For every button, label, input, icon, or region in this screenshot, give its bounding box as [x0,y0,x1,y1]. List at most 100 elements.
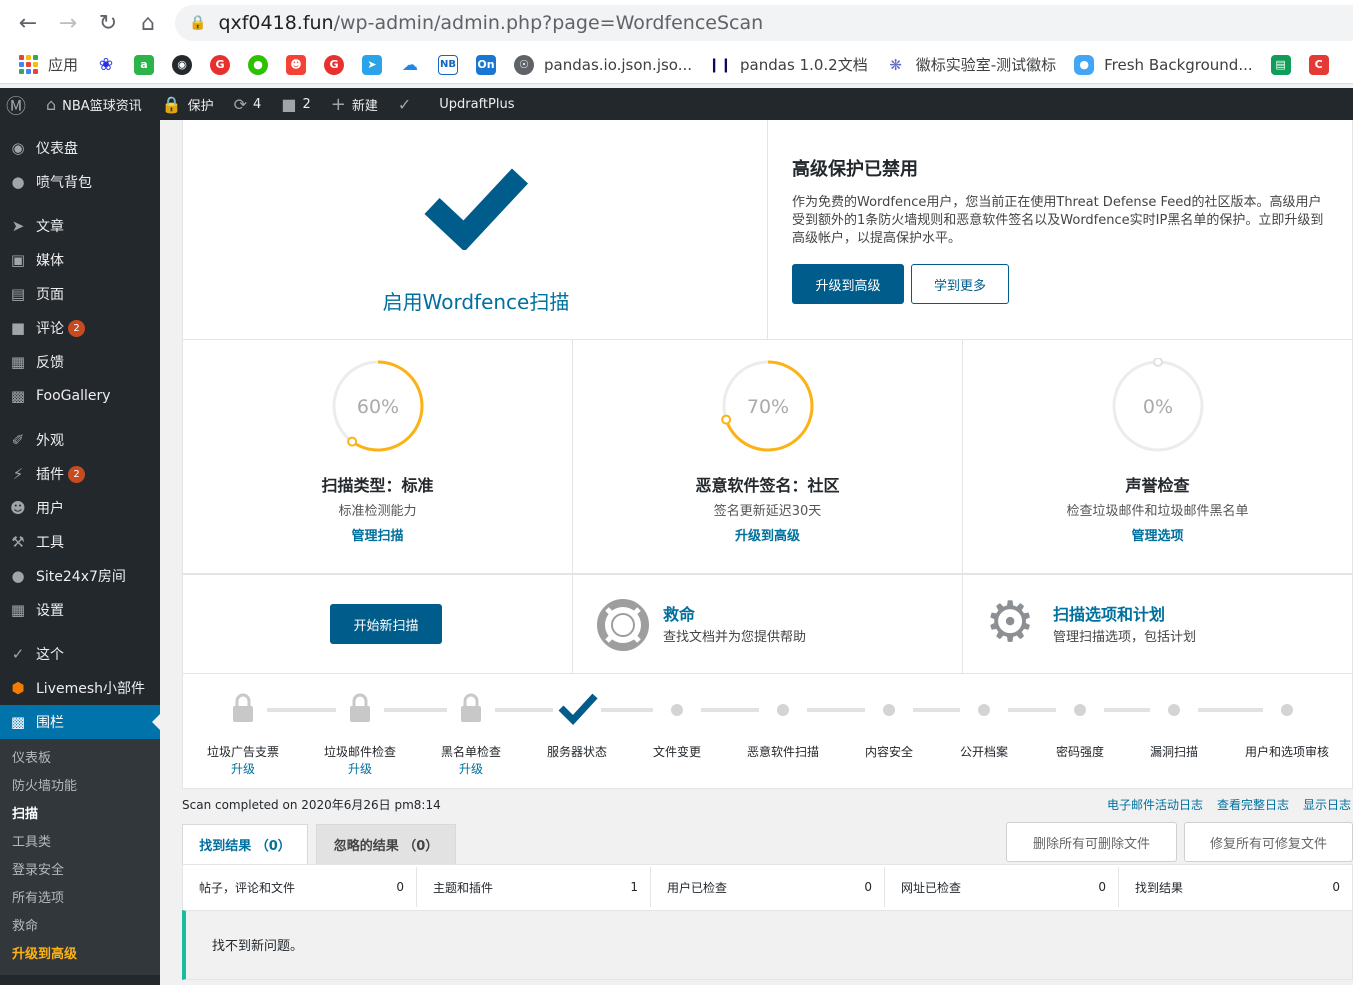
sidebar-item-plugin[interactable]: ⚡ 插件 2 [0,457,160,491]
submenu-item[interactable]: 救命 [0,913,160,941]
yoast-link[interactable]: ✓ [388,88,427,120]
tab-ignored-results[interactable]: 忽略的结果 （0） [316,824,456,864]
stat-title: 声誉检查 [1125,476,1190,495]
on-icon: On [476,54,497,75]
comments-link[interactable]: ■ 2 [271,88,320,120]
sidebar-item-pin[interactable]: ➤ 文章 [0,209,160,243]
summary-value: 0 [396,880,404,894]
sidebar-item-wrench[interactable]: ⚒ 工具 [0,525,160,559]
sidebar-item-page[interactable]: ▤ 页面 [0,277,160,311]
scan-stage-upgrade-link[interactable]: 升级 [305,760,415,777]
submenu-item[interactable]: 扫描 [0,801,160,829]
submenu-item[interactable]: 工具类 [0,829,160,857]
start-new-scan-button[interactable]: 开始新扫描 [330,604,442,644]
bookmark-fresh-bg[interactable]: ● Fresh Background... [1074,54,1253,75]
pending-dot-icon [1074,704,1086,716]
bookmark-wechat[interactable]: ● [248,54,269,75]
scan-options-card[interactable]: ⚙ 扫描选项和计划 管理扫描选项，包括计划 [962,574,1353,674]
bookmark-on[interactable]: On [476,54,497,75]
scan-options-title[interactable]: 扫描选项和计划 [1053,601,1165,625]
sidebar-item-settings[interactable]: ▦ 设置 [0,593,160,627]
repair-all-repairable-button[interactable]: 修复所有可修复文件 [1184,822,1353,862]
bookmark-baidu[interactable]: ❀ [96,54,117,75]
bookmark-badge-lab[interactable]: ❋ 徽标实验室-测试徽标 [885,54,1056,75]
sidebar-item-label: Livemesh小部件 [36,681,146,697]
sidebar-item-brush[interactable]: ✐ 外观 [0,423,160,457]
updraftplus-link[interactable]: UpdraftPlus [427,88,524,120]
tab-found-results[interactable]: 找到结果 （0） [182,824,308,864]
summary-cell: 主题和插件 1 [417,867,651,907]
help-card[interactable]: 救命 查找文档并为您提供帮助 [572,574,963,674]
bookmark-nb[interactable]: NB [438,54,459,75]
premium-card: 高级保护已禁用 作为免费的Wordfence用户，您当前正在使用Threat D… [767,120,1353,340]
submenu-item[interactable]: 防火墙功能 [0,773,160,801]
summary-cell: 用户已检查 0 [651,867,885,907]
bookmark-red-face[interactable]: ☻ [286,54,307,75]
scan-stage: 恶意软件扫描 [728,743,838,760]
sidebar-item-label: 喷气背包 [36,175,92,191]
sidebar-item-user[interactable]: ☻ 用户 [0,491,160,525]
view-full-log-link[interactable]: 查看完整日志 [1217,796,1289,813]
address-bar[interactable]: 🔒 qxf0418.fun/wp-admin/admin.php?page=Wo… [175,5,1353,41]
stat-link[interactable]: 管理扫描 [183,525,572,544]
sidebar-item-wordfence[interactable]: ▩ 围栏 [0,705,160,739]
email-activity-log-link[interactable]: 电子邮件活动日志 [1107,796,1203,813]
sidebar-item-feedback[interactable]: ▦ 反馈 [0,345,160,379]
scan-stage: 文件变更 [622,743,732,760]
bookmark-cloud[interactable]: ☁ [400,54,421,75]
sidebar-item-dashboard[interactable]: ◉ 仪表盘 [0,131,160,165]
updates-link[interactable]: ⟳ 4 [224,88,272,120]
help-title[interactable]: 救命 [663,601,695,625]
scan-stage-upgrade-link[interactable]: 升级 [188,760,298,777]
sidebar-item-gallery[interactable]: ▩ FooGallery [0,379,160,413]
scan-stage-label: 垃圾广告支票 [206,745,279,759]
lock-icon: 🔒 [189,15,207,31]
bookmark-apps[interactable]: 应用 [18,54,78,75]
bookmark-g-red[interactable]: G [210,54,231,75]
scan-stage-upgrade-link[interactable]: 升级 [416,760,526,777]
bookmark-pandas-docs[interactable]: ❙❙ pandas 1.0.2文档 [708,54,868,75]
sidebar-item-label: 外观 [36,433,64,449]
upgrade-premium-button[interactable]: 升级到高级 [792,264,904,304]
back-arrow-icon[interactable]: ← [8,0,48,46]
submenu-item[interactable]: 所有选项 [0,885,160,913]
delete-all-deletable-button[interactable]: 删除所有可删除文件 [1006,822,1177,862]
bookmark-a[interactable]: a [134,54,155,75]
bookmark-g-red-2[interactable]: G [324,54,345,75]
protect-link[interactable]: 🔒 保护 [152,88,224,120]
wechat-icon: ● [248,54,269,75]
sidebar-item-media[interactable]: ▣ 媒体 [0,243,160,277]
reload-icon[interactable]: ↻ [88,0,128,46]
home-icon[interactable]: ⌂ [128,0,168,46]
bookmark-github[interactable]: ◉ [172,54,193,75]
stat-link[interactable]: 升级到高级 [573,525,962,544]
forward-arrow-icon[interactable]: → [48,0,88,46]
bookmark-green-doc[interactable]: ▤ [1270,54,1291,75]
sidebar-item-livemesh[interactable]: ⬢ Livemesh小部件 [0,671,160,705]
page-icon: ▤ [10,285,26,303]
stat-link[interactable]: 管理选项 [963,525,1352,544]
wp-logo-menu[interactable]: Ⓜ [0,88,36,120]
scan-stage: 用户和选项审核 [1232,743,1342,760]
bookmark-red-c[interactable]: C [1308,54,1329,75]
learn-more-button[interactable]: 学到更多 [911,264,1009,304]
sidebar-item-label: 围栏 [36,715,64,731]
submenu-item[interactable]: 登录安全 [0,857,160,885]
sidebar-item-comment[interactable]: ■ 评论 2 [0,311,160,345]
apps-icon [18,54,38,75]
bookmark-plane[interactable]: ➤ [362,54,383,75]
plus-icon: + [330,93,346,115]
new-content-link[interactable]: + 新建 [321,88,388,120]
site-name-link[interactable]: ⌂ NBA篮球资讯 [36,88,152,120]
sidebar-item-yoast[interactable]: ✓ 这个 [0,637,160,671]
submenu-item[interactable]: 仪表板 [0,745,160,773]
submenu-item[interactable]: 升级到高级 [0,941,160,969]
show-log-link[interactable]: 显示日志 [1303,796,1351,813]
bookmark-pandas-json[interactable]: ☉ pandas.io.json.jso... [514,54,692,75]
pin-icon: ➤ [11,217,25,235]
checkmark-icon [558,693,598,726]
sidebar-item-site24x7[interactable]: ● Site24x7房间 [0,559,160,593]
lock-icon [233,693,253,722]
summary-label: 帖子，评论和文件 [199,880,296,895]
sidebar-item-jetpack[interactable]: ● 喷气背包 [0,165,160,199]
